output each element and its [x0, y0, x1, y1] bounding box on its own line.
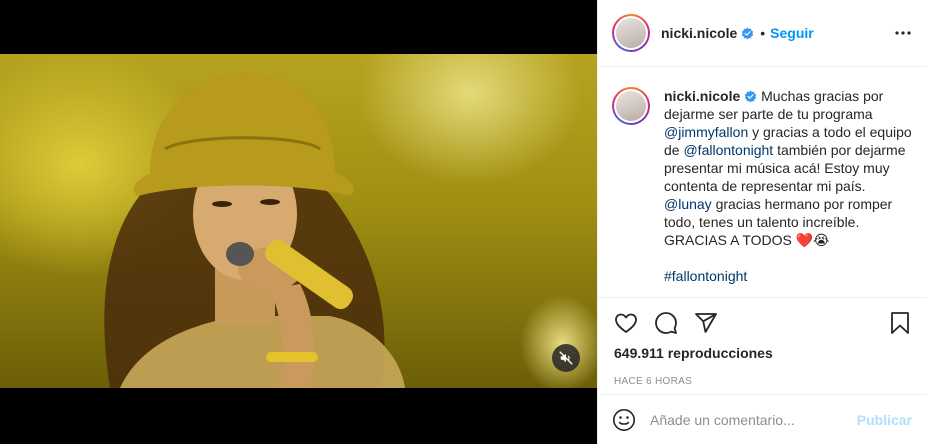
avatar-border	[614, 16, 648, 50]
media-panel	[0, 0, 597, 444]
action-icons-row	[598, 298, 927, 348]
emoji-picker-icon[interactable]	[612, 408, 636, 432]
caption-text-segment: de	[664, 142, 684, 158]
verified-badge-icon	[744, 90, 757, 103]
follow-button[interactable]: Seguir	[770, 25, 814, 41]
video-frame-singer	[104, 72, 405, 388]
post-timestamp[interactable]: HACE 6 HORAS	[598, 376, 927, 387]
comment-button[interactable]	[652, 309, 680, 337]
caption-text: nicki.nicole Muchas gracias por dejarme …	[664, 87, 913, 297]
author-avatar[interactable]	[612, 14, 650, 52]
caption-text-segment: Muchas gracias por	[757, 88, 884, 104]
publish-button[interactable]: Publicar	[857, 412, 912, 428]
mute-button[interactable]	[552, 344, 580, 372]
send-paper-plane-icon	[695, 313, 717, 333]
share-button[interactable]	[692, 309, 720, 337]
comment-input[interactable]	[650, 411, 857, 428]
caption-line: presentar mi música acá! Estoy muy	[664, 160, 890, 176]
like-button[interactable]	[612, 309, 640, 337]
video-player[interactable]	[0, 54, 597, 388]
separator-dot: •	[760, 25, 766, 41]
post-sidebar: nicki.nicole • Seguir nicki.nicole Mucha…	[597, 0, 927, 444]
caption-line: @lunay gracias hermano por romper	[664, 195, 913, 213]
heart-icon	[615, 313, 637, 333]
caption-line: todo, tenes un talento increíble.	[664, 214, 860, 230]
avatar-image	[616, 18, 646, 48]
caption-text-segment: también por dejarme	[773, 142, 906, 158]
caption-username[interactable]: nicki.nicole	[664, 88, 740, 104]
verified-badge-icon	[741, 27, 754, 40]
caption-avatar[interactable]	[612, 87, 650, 125]
author-username[interactable]: nicki.nicole	[661, 25, 737, 41]
caption-line: contenta de representar mi país.	[664, 178, 866, 194]
caption-text-segment: gracias hermano por romper	[711, 196, 893, 212]
post-header: nicki.nicole • Seguir	[598, 0, 927, 67]
hashtag-link[interactable]: #fallontonight	[664, 268, 747, 284]
mention-link[interactable]: @jimmyfallon	[664, 124, 748, 140]
emoji: ❤️😭	[795, 232, 830, 248]
caption-line: nicki.nicole Muchas gracias por	[664, 87, 913, 105]
bookmark-icon	[891, 312, 909, 334]
avatar-image	[616, 91, 646, 121]
caption-text-segment: y gracias a todo el equipo	[748, 124, 912, 140]
caption-line: GRACIAS A TODOS ❤️😭	[664, 231, 913, 249]
caption-line: @jimmyfallon y gracias a todo el equipo	[664, 123, 913, 141]
save-button[interactable]	[886, 309, 914, 337]
caption-text-segment: GRACIAS A TODOS	[664, 232, 796, 248]
mention-link[interactable]: @lunay	[664, 196, 712, 212]
comment-bubble-icon	[655, 312, 677, 334]
comment-bar: Publicar	[598, 394, 927, 444]
caption-line: #fallontonight	[664, 267, 913, 285]
more-options-icon	[895, 31, 911, 35]
mention-link[interactable]: @fallontonight	[683, 142, 773, 158]
more-options-button[interactable]	[891, 21, 915, 45]
caption-section: nicki.nicole Muchas gracias por dejarme …	[598, 67, 927, 297]
view-count[interactable]: 649.911 reproducciones	[598, 345, 927, 361]
avatar-border	[614, 89, 648, 123]
caption-line: de @fallontonight también por dejarme	[664, 141, 913, 159]
post-actions: 649.911 reproducciones HACE 6 HORAS	[598, 297, 927, 387]
caption-line: dejarme ser parte de tu programa	[664, 106, 873, 122]
muted-speaker-icon	[559, 351, 573, 365]
